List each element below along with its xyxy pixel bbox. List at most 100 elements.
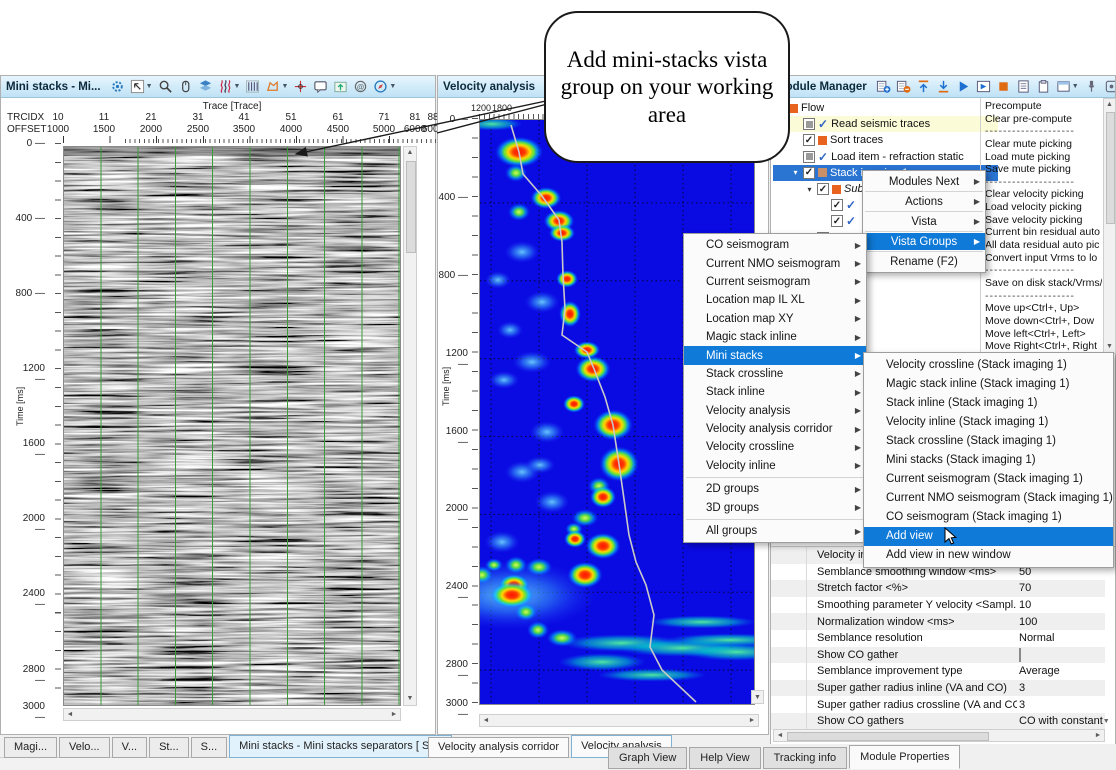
move-down-icon[interactable] (936, 78, 951, 96)
mini-vertical-scrollbar[interactable]: ▲ ▼ (403, 146, 417, 706)
property-dropdown-icon[interactable]: ▼ (1103, 718, 1110, 725)
polygon-tool-icon[interactable]: ▼ (265, 78, 288, 96)
view-option-item[interactable]: Add view in new window (864, 546, 1113, 565)
view-option-item[interactable]: CO seismogram (Stack imaging 1) (864, 508, 1113, 527)
property-row[interactable]: Stretch factor <%>70 (771, 580, 1105, 597)
zoom-icon[interactable] (158, 78, 173, 96)
expander-open-icon[interactable]: ▾ (791, 168, 800, 177)
compass-icon[interactable]: ▼ (373, 78, 396, 96)
panel-options-icon[interactable] (1104, 78, 1115, 96)
property-row[interactable]: Show CO gathersCO with constant▼ (771, 713, 1105, 730)
move-up-icon[interactable] (916, 78, 931, 96)
tree-row[interactable]: ✓Sort traces (773, 132, 998, 148)
tree-checkbox[interactable]: ✓ (803, 134, 815, 146)
mouse-mode-icon[interactable] (178, 78, 193, 96)
module-manager-titlebar[interactable]: Module Manager ▼ (771, 76, 1115, 98)
property-row[interactable]: Super gather radius inline (VA and CO)3 (771, 680, 1105, 697)
paste-icon[interactable] (1036, 78, 1051, 96)
view-option-item[interactable]: Mini stacks (Stack imaging 1) (864, 450, 1113, 469)
dropdown-caret-icon[interactable]: ▼ (389, 83, 396, 90)
view-tab[interactable]: Tracking info (763, 747, 848, 769)
property-row[interactable]: Show CO gather (771, 647, 1105, 664)
command-item[interactable]: All data residual auto pic (981, 239, 1102, 252)
command-item[interactable]: Load velocity picking (981, 201, 1102, 214)
insert-object-icon[interactable] (353, 78, 368, 96)
properties-horizontal-scrollbar[interactable]: ◄ ► (773, 729, 1105, 742)
view-tab[interactable]: Mini stacks - Mini stacks separators [ S… (229, 735, 451, 758)
vista-group-item[interactable]: Mini stacks▶ (684, 346, 866, 364)
tree-checkbox[interactable]: ✓ (817, 183, 829, 195)
command-item[interactable]: Move down<Ctrl+, Dow (981, 315, 1102, 328)
property-value[interactable]: 10 (1017, 599, 1105, 611)
vista-group-item[interactable]: All groups▶ (684, 522, 866, 540)
property-checkbox[interactable] (1019, 648, 1021, 662)
settings-gear-icon[interactable] (110, 78, 125, 96)
view-tab[interactable]: Graph View (608, 747, 687, 769)
mini-horizontal-scrollbar[interactable]: ◄ ► (63, 708, 401, 721)
view-tab[interactable]: S... (191, 737, 228, 758)
vista-group-item[interactable]: Location map XY▶ (684, 310, 866, 328)
view-tab[interactable]: Help View (689, 747, 760, 769)
window-layout-icon[interactable]: ▼ (1056, 78, 1079, 96)
context-menu-item[interactable]: Rename (F2) (863, 253, 985, 270)
dropdown-caret-icon[interactable]: ▼ (234, 83, 241, 90)
vista-group-item[interactable]: 3D groups▶ (684, 498, 866, 516)
mini-stacks-seismic-view[interactable] (63, 146, 401, 706)
view-option-item[interactable]: Stack crossline (Stack imaging 1) (864, 431, 1113, 450)
vista-group-item[interactable]: Velocity crossline▶ (684, 438, 866, 456)
property-value[interactable] (1017, 649, 1105, 661)
command-item[interactable]: Load mute picking (981, 151, 1102, 164)
property-value[interactable]: 70 (1017, 582, 1105, 594)
view-tab[interactable]: Module Properties (849, 745, 960, 769)
dropdown-caret-icon[interactable]: ▼ (1072, 83, 1079, 90)
view-tab[interactable]: Magi... (4, 737, 57, 758)
stop-flow-icon[interactable] (996, 78, 1011, 96)
map-view-icon[interactable] (333, 78, 348, 96)
view-tab[interactable]: Velocity analysis corridor (428, 737, 569, 758)
command-item[interactable]: Current bin residual auto (981, 226, 1102, 239)
view-option-item[interactable]: Add view (864, 527, 1113, 546)
pan-mode-icon[interactable]: ▼ (130, 78, 153, 96)
vel-scroll-down[interactable]: ▼ (751, 690, 764, 704)
view-tab[interactable]: St... (149, 737, 189, 758)
wiggle-display-icon[interactable]: ▼ (218, 78, 241, 96)
vista-group-item[interactable]: 2D groups▶ (684, 480, 866, 498)
vista-group-item[interactable]: Velocity analysis▶ (684, 402, 866, 420)
tree-checkbox[interactable]: ✓ (831, 215, 843, 227)
dropdown-caret-icon[interactable]: ▼ (281, 83, 288, 90)
tree-checkbox[interactable]: ✓ (803, 167, 815, 179)
view-option-item[interactable]: Velocity inline (Stack imaging 1) (864, 412, 1113, 431)
vista-group-item[interactable]: CO seismogram▶ (684, 236, 866, 254)
vista-group-item[interactable]: Location map IL XL▶ (684, 291, 866, 309)
command-item[interactable]: Convert input Vrms to lo (981, 252, 1102, 265)
context-menu-item[interactable]: Vista▶ (863, 213, 985, 230)
remove-module-icon[interactable] (896, 78, 911, 96)
layers-icon[interactable] (198, 78, 213, 96)
view-option-item[interactable]: Current NMO seismogram (Stack imaging 1) (864, 489, 1113, 508)
command-item[interactable]: Move up<Ctrl+, Up> (981, 302, 1102, 315)
trace-fence-icon[interactable] (245, 78, 260, 96)
tree-row[interactable]: ✓Read seismic traces (773, 116, 998, 132)
view-tab[interactable]: Velo... (59, 737, 110, 758)
property-row[interactable]: Semblance resolutionNormal (771, 630, 1105, 647)
context-menu-item[interactable]: Modules Next▶ (863, 173, 985, 190)
vista-group-item[interactable]: Stack crossline▶ (684, 365, 866, 383)
command-item[interactable]: Move Right<Ctrl+, Right (981, 340, 1102, 353)
run-flow-icon[interactable] (956, 78, 971, 96)
property-value[interactable]: 100 (1017, 616, 1105, 628)
tree-checkbox[interactable]: ✓ (831, 199, 843, 211)
vista-group-item[interactable]: Stack inline▶ (684, 383, 866, 401)
scroll-up-icon[interactable]: ▲ (404, 147, 416, 159)
context-menu-item[interactable]: Vista Groups▶ (863, 233, 985, 250)
vista-group-item[interactable]: Current seismogram▶ (684, 273, 866, 291)
dropdown-caret-icon[interactable]: ▼ (146, 83, 153, 90)
view-option-item[interactable]: Velocity crossline (Stack imaging 1) (864, 355, 1113, 374)
property-value[interactable]: CO with constant (1017, 715, 1103, 727)
command-item[interactable]: Clear velocity picking (981, 188, 1102, 201)
property-row[interactable]: Normalization window <ms>100 (771, 613, 1105, 630)
report-icon[interactable] (1016, 78, 1031, 96)
comment-icon[interactable] (313, 78, 328, 96)
vista-group-item[interactable]: Velocity analysis corridor▶ (684, 420, 866, 438)
scroll-down-icon[interactable]: ▼ (404, 693, 416, 705)
command-scrollbar[interactable]: ▲ ▼ (1103, 98, 1116, 354)
